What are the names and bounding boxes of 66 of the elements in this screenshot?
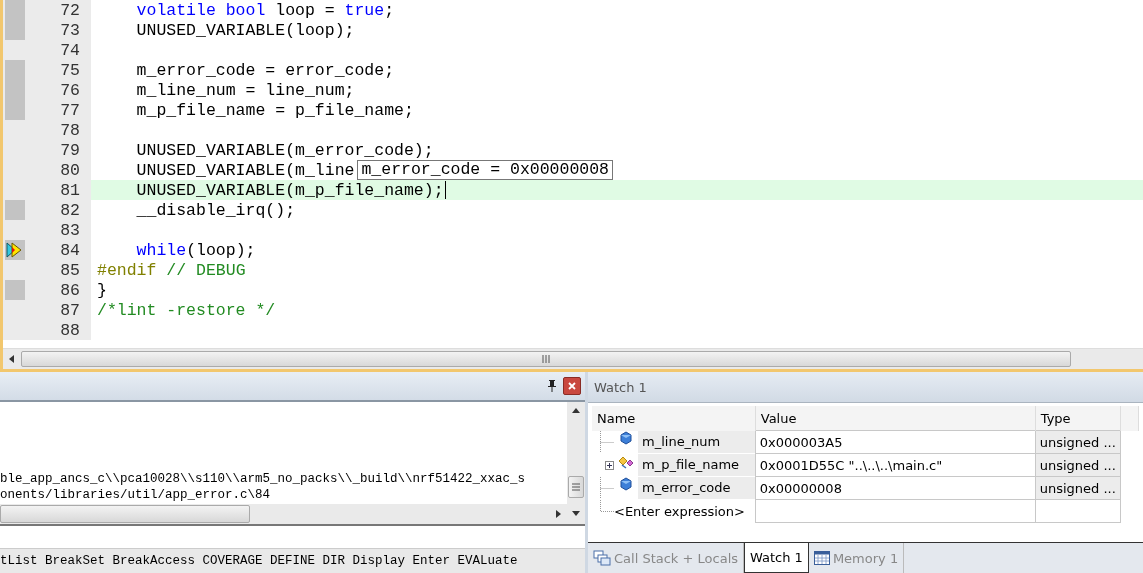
- scroll-down-icon[interactable]: [572, 511, 580, 516]
- variable-name: m_error_code: [638, 477, 755, 499]
- column-header[interactable]: Name: [592, 406, 756, 431]
- windows-stack-icon: [593, 550, 611, 566]
- variable-icon: [620, 431, 632, 445]
- scroll-left-icon[interactable]: [9, 355, 15, 363]
- code-line: m_error_code = error_code;: [135, 60, 395, 80]
- value-cell[interactable]: 0x00000008: [755, 476, 1036, 500]
- line-number: 84: [59, 240, 81, 260]
- code-line: m_line_num = line_num;: [135, 80, 355, 100]
- line-number: 76: [59, 80, 81, 100]
- panel-title: Watch 1: [594, 379, 647, 395]
- scrollbar-thumb[interactable]: [0, 505, 250, 523]
- code-line: UNUSED_VARIABLE(m_line: [135, 160, 355, 180]
- value-cell[interactable]: 0x000003A5: [755, 430, 1036, 454]
- text-caret: [444, 181, 446, 199]
- line-number: 80: [59, 160, 81, 180]
- enter-expression-field[interactable]: <Enter expression>: [614, 503, 745, 519]
- grid-window-icon: [813, 551, 830, 565]
- output-line: ble_app_ancs_c\\pca10028\\s110\\arm5_no_packs\\_build\\nrf51422_xxac_s: [0, 471, 527, 487]
- line-number: 72: [59, 0, 81, 20]
- code-line: }: [97, 280, 107, 300]
- pin-icon[interactable]: [547, 380, 557, 392]
- line-number: 81: [59, 180, 81, 200]
- code-line: m_p_file_name = p_file_name;: [135, 100, 414, 120]
- close-button[interactable]: [563, 377, 581, 395]
- close-icon[interactable]: [568, 382, 576, 390]
- value-cell[interactable]: 0x0001D55C "..\..\..\main.c": [755, 453, 1036, 477]
- code-line: UNUSED_VARIABLE(m_p_file_name);: [135, 180, 444, 200]
- scrollbar-thumb[interactable]: [568, 476, 584, 498]
- scroll-right-icon[interactable]: [555, 510, 561, 518]
- line-number: 74: [59, 40, 81, 60]
- code-line: __disable_irq();: [135, 200, 296, 220]
- code-line: while(loop);: [135, 240, 256, 260]
- tree-line: [600, 431, 614, 453]
- code-line: #endif // DEBUG: [97, 260, 246, 280]
- line-number: 82: [59, 200, 81, 220]
- scrollbar-thumb[interactable]: [21, 351, 1071, 367]
- expand-icon[interactable]: [605, 460, 614, 470]
- code-line: UNUSED_VARIABLE(loop);: [135, 20, 355, 40]
- scroll-up-icon[interactable]: [572, 408, 580, 413]
- command-hint: tList BreakSet BreakAccess COVERAGE DEFINE DIR Display Enter EVALuate: [0, 554, 518, 568]
- panel-tab[interactable]: Watch 1: [744, 543, 809, 573]
- line-number: 75: [59, 60, 81, 80]
- line-number: 83: [59, 220, 81, 240]
- variable-name: m_p_file_name: [638, 454, 755, 476]
- column-header[interactable]: Type: [1035, 406, 1121, 431]
- line-number: 86: [59, 280, 81, 300]
- output-line: onents/libraries/util/app_error.c\84: [0, 487, 272, 503]
- line-number: 88: [59, 320, 81, 340]
- code-line: volatile bool loop = true;: [135, 0, 395, 20]
- value-tooltip: m_error_code = 0x00000008: [357, 160, 613, 180]
- line-number: 87: [59, 300, 81, 320]
- code-line: /*lint -restore */: [97, 300, 276, 320]
- variable-name: m_line_num: [638, 431, 755, 453]
- code-line: UNUSED_VARIABLE(m_error_code);: [135, 140, 434, 160]
- command-input[interactable]: [0, 524, 585, 548]
- line-number: 85: [59, 260, 81, 280]
- line-number: 79: [59, 140, 81, 160]
- type-cell: unsigned ...: [1035, 430, 1121, 454]
- line-number: 77: [59, 100, 81, 120]
- variable-icon: [620, 477, 632, 491]
- line-number: 73: [59, 20, 81, 40]
- column-header[interactable]: Value: [755, 406, 1036, 431]
- pointer-variable-icon: [618, 454, 634, 470]
- line-number: 78: [59, 120, 81, 140]
